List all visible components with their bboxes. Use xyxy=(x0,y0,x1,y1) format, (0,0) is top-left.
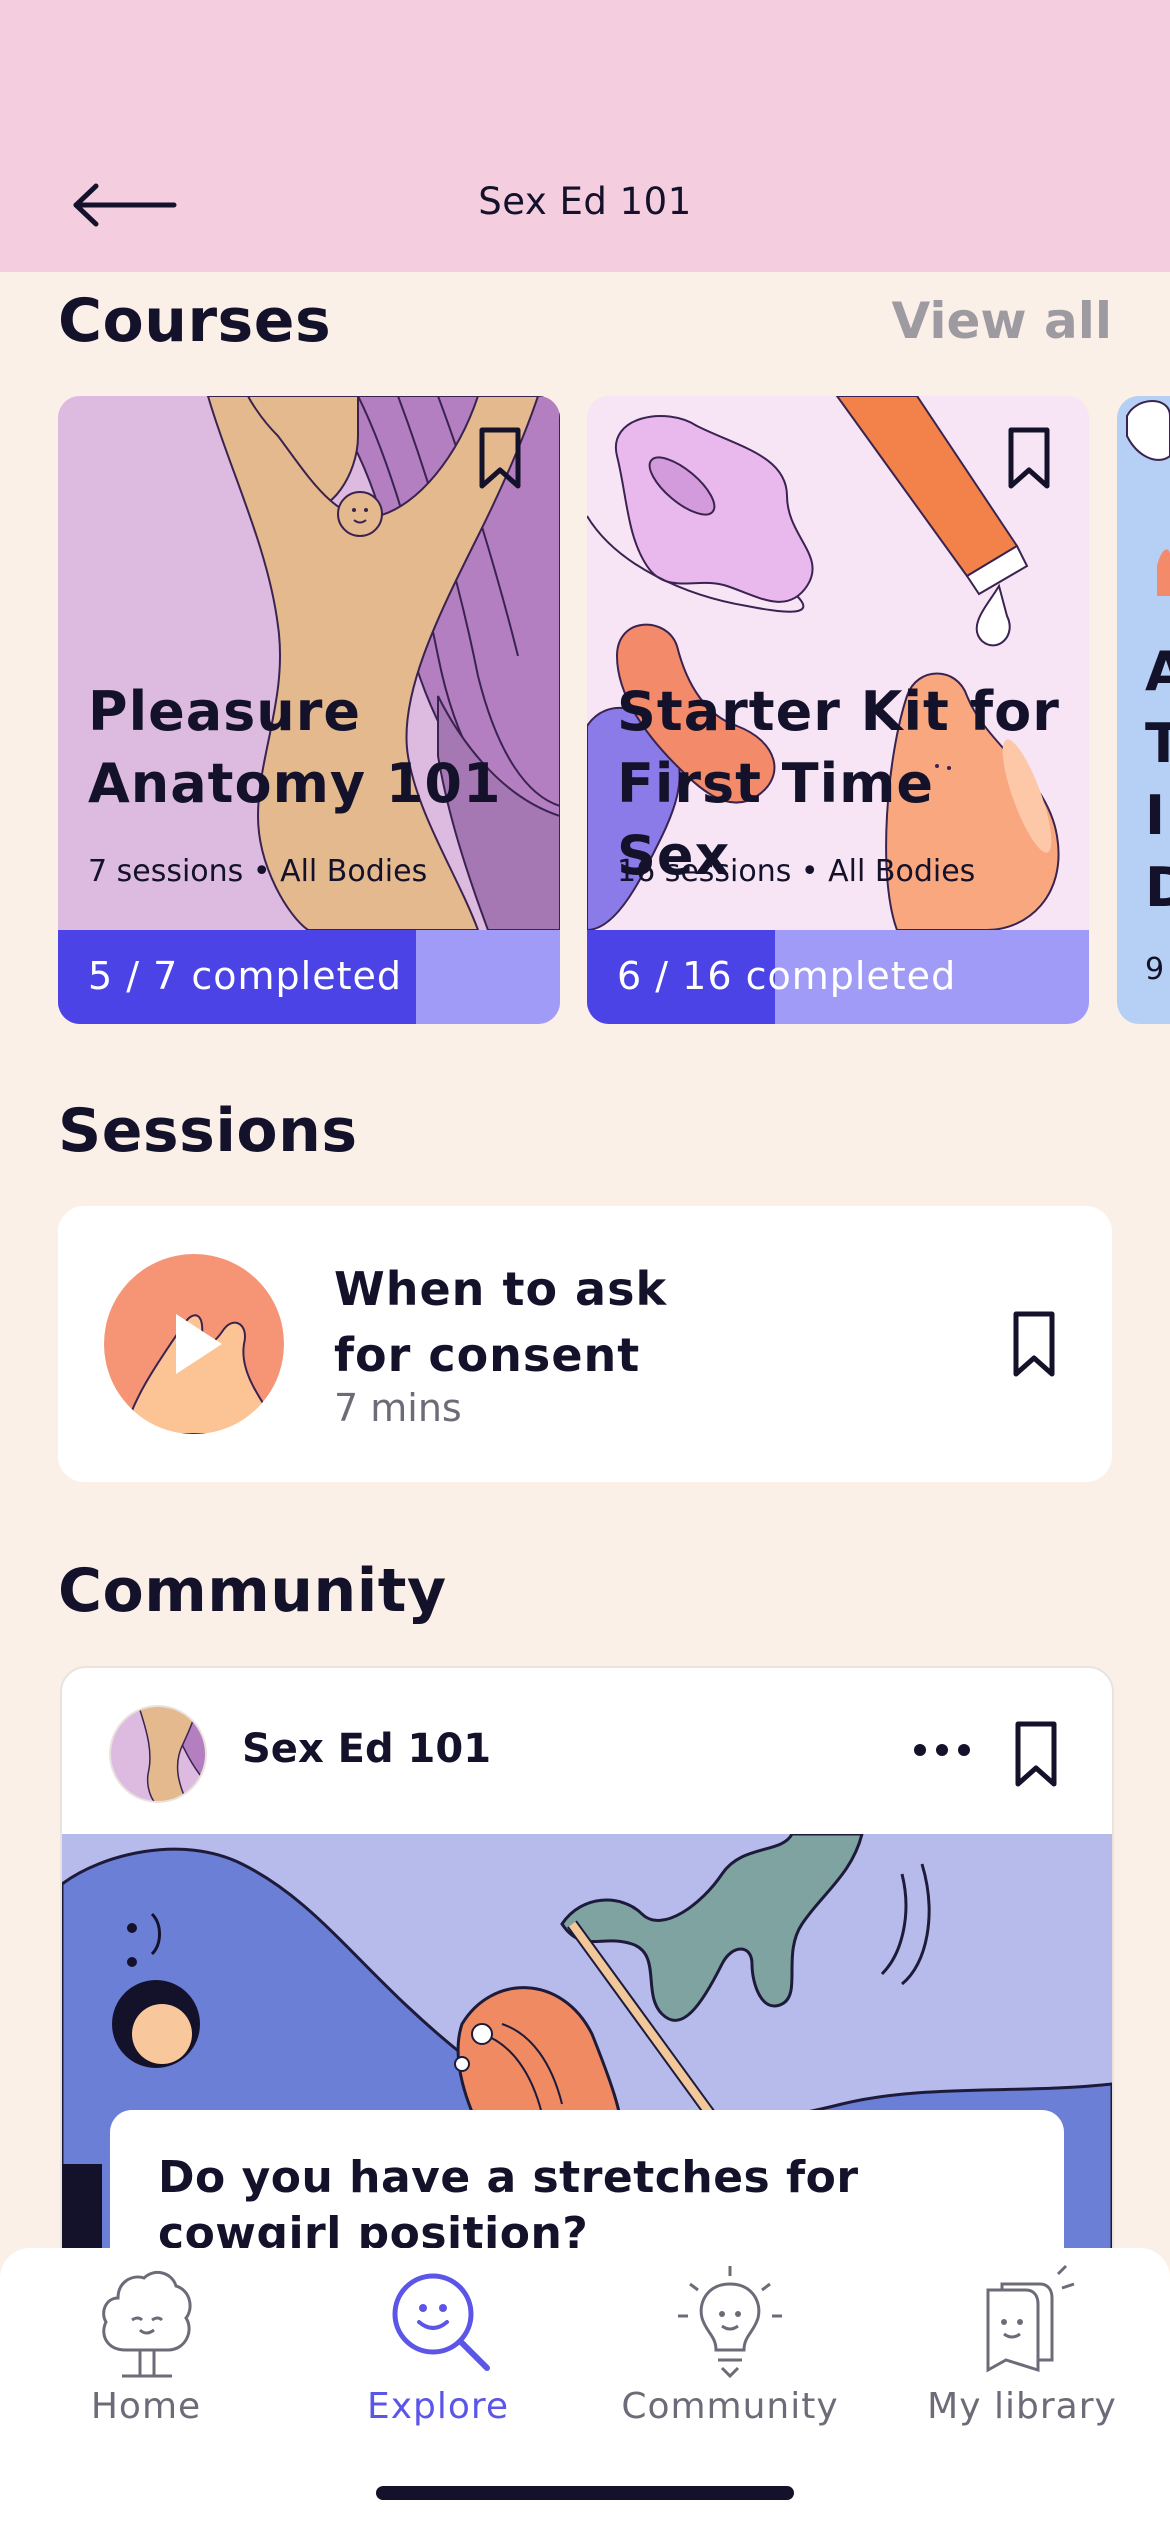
tab-explore[interactable]: Explore xyxy=(292,2264,584,2464)
bookmark-icon[interactable] xyxy=(478,426,522,490)
course-meta: 9 xyxy=(1145,952,1165,987)
tab-home[interactable]: Home xyxy=(0,2264,292,2464)
page-title: Sex Ed 101 xyxy=(478,180,692,223)
tab-label: Explore xyxy=(366,2386,510,2427)
course-card-pleasure-anatomy[interactable]: Pleasure Anatomy 101 7 sessions • All Bo… xyxy=(58,396,560,1024)
view-all-link[interactable]: View all xyxy=(892,292,1112,350)
course-meta: 7 sessions • All Bodies xyxy=(88,854,428,889)
bookmark-icon[interactable] xyxy=(1007,426,1051,490)
session-title-line: for consent xyxy=(334,1328,641,1382)
course-title-line: Pleasure xyxy=(88,680,361,743)
progress-label: 5 / 7 completed xyxy=(88,954,403,998)
session-title-line: When to ask xyxy=(334,1262,668,1316)
sessions-heading: Sessions xyxy=(58,1096,358,1166)
course-progress-bar: 6 / 16 completed xyxy=(587,930,1089,1024)
course-title-line: T xyxy=(1145,712,1170,775)
courses-heading: Courses xyxy=(58,286,332,356)
course-card-partial[interactable]: A T I D 9 xyxy=(1117,396,1170,1024)
avatar xyxy=(109,1705,207,1803)
tab-label: Home xyxy=(90,2386,202,2427)
progress-label: 6 / 16 completed xyxy=(617,954,957,998)
tab-community[interactable]: Community xyxy=(584,2264,876,2464)
session-title: When to ask for consent xyxy=(334,1256,754,1388)
tab-label: My library xyxy=(927,2386,1117,2427)
bookmark-icon[interactable] xyxy=(1012,1310,1056,1378)
tab-label: Community xyxy=(621,2386,839,2427)
header: Sex Ed 101 xyxy=(0,0,1170,272)
course-illustration xyxy=(1126,400,1170,596)
course-progress-bar: 5 / 7 completed xyxy=(58,930,560,1024)
session-thumbnail xyxy=(104,1254,284,1434)
session-duration: 7 mins xyxy=(334,1386,462,1430)
post-question: Do you have a stretches for cowgirl posi… xyxy=(158,2150,1018,2262)
course-title: A T I D xyxy=(1145,636,1170,924)
course-title-line: I xyxy=(1145,784,1166,847)
post-question-line: Do you have a stretches for xyxy=(158,2152,859,2203)
course-title-line: Anatomy 101 xyxy=(88,752,502,815)
community-heading: Community xyxy=(58,1556,447,1626)
tab-my-library[interactable]: My library xyxy=(876,2264,1168,2464)
lightbulb-icon xyxy=(678,2266,782,2379)
course-title-line: A xyxy=(1145,640,1170,703)
course-title-line: D xyxy=(1145,856,1170,919)
post-author: Sex Ed 101 xyxy=(242,1726,492,1772)
course-title: Pleasure Anatomy 101 xyxy=(88,676,538,820)
search-smile-icon xyxy=(392,2273,490,2371)
more-options-icon[interactable] xyxy=(912,1740,972,1760)
tree-icon xyxy=(102,2270,192,2378)
course-meta: 16 sessions • All Bodies xyxy=(617,854,976,889)
bookmark-icon[interactable] xyxy=(1014,1720,1058,1788)
home-indicator xyxy=(376,2486,794,2500)
session-card[interactable]: When to ask for consent 7 mins xyxy=(58,1206,1112,1482)
course-card-starter-kit[interactable]: Starter Kit for First Time Sex 16 sessio… xyxy=(587,396,1089,1024)
course-title-line: Starter Kit for xyxy=(617,680,1060,743)
library-icon xyxy=(986,2264,1075,2373)
